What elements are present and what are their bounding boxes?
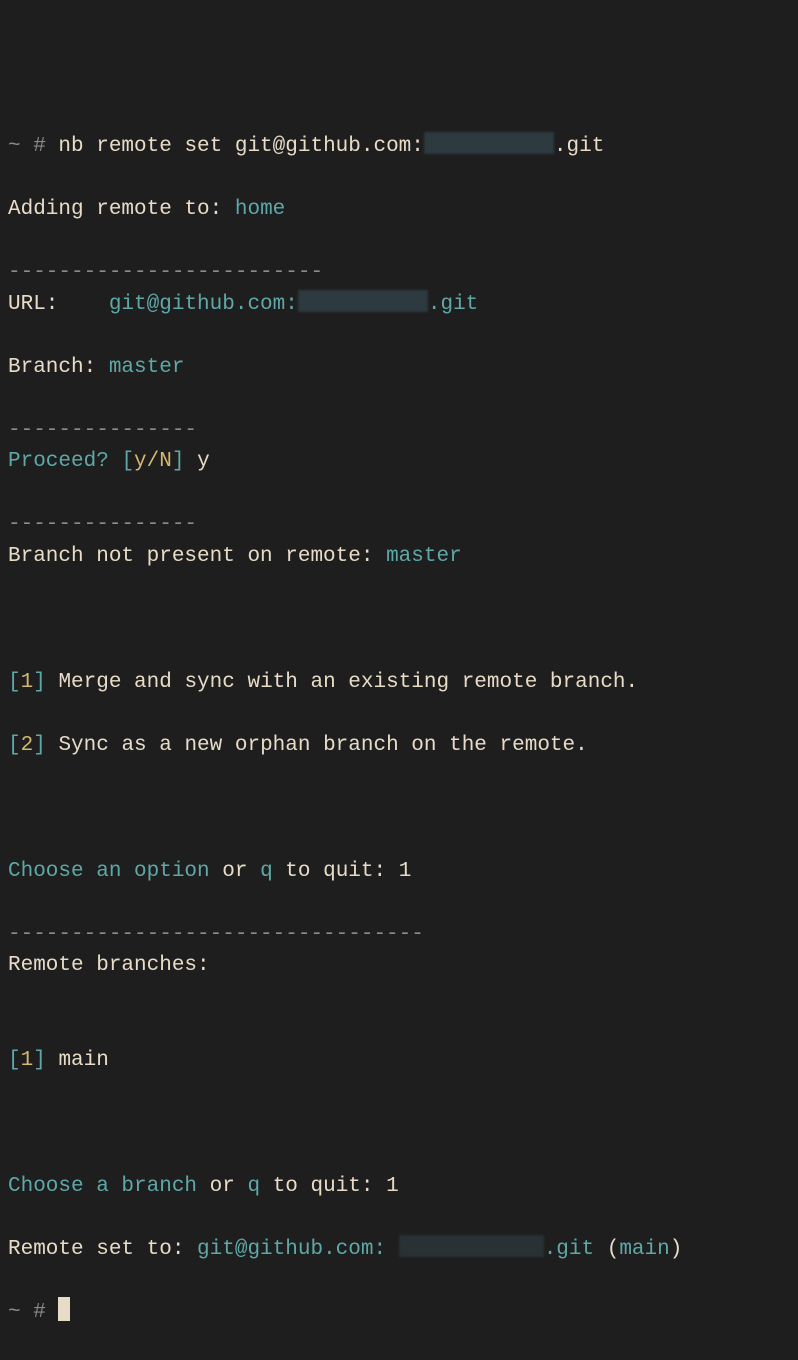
option-2: [2] Sync as a new orphan branch on the r…	[8, 730, 790, 762]
adding-remote-line: Adding remote to: home	[8, 194, 790, 226]
cursor-icon	[58, 1297, 70, 1321]
remote-set-label: Remote set to:	[8, 1238, 184, 1261]
proceed-options: y/N	[134, 450, 172, 473]
bracket-open: [	[121, 450, 134, 473]
url-label: URL:	[8, 293, 96, 316]
choose-branch-prompt[interactable]: Choose a branch or q to quit: 1	[8, 1171, 790, 1203]
remote-set-line: Remote set to: git@github.com: .git (mai…	[8, 1234, 790, 1266]
url-prefix: git@github.com:	[109, 293, 298, 316]
redacted-repo	[298, 290, 428, 312]
remote-set-url-suffix: .git	[544, 1238, 594, 1261]
remote-branch-1: [1] main	[8, 1045, 790, 1077]
choose-branch-answer: 1	[386, 1175, 399, 1198]
adding-label: Adding remote to:	[8, 198, 222, 221]
proceed-label: Proceed?	[8, 450, 109, 473]
proceed-answer: y	[197, 450, 210, 473]
branch-value: master	[109, 356, 185, 379]
url-suffix: .git	[428, 293, 478, 316]
not-present-value: master	[386, 545, 462, 568]
blank-line	[8, 982, 790, 1014]
command-line[interactable]: ~ # nb remote set git@github.com:.git	[8, 131, 790, 163]
command-text: nb remote set git@github.com:	[58, 135, 423, 158]
choose-option-prompt[interactable]: Choose an option or q to quit: 1	[8, 856, 790, 888]
blank-line	[8, 793, 790, 825]
not-present-label: Branch not present on remote:	[8, 545, 373, 568]
divider: -------------------------	[8, 261, 323, 284]
prompt: ~ #	[8, 1301, 46, 1324]
divider: ---------------------------------	[8, 923, 424, 946]
branch-not-present-line: Branch not present on remote: master	[8, 541, 790, 573]
choose-option-answer: 1	[399, 860, 412, 883]
divider: ---------------	[8, 513, 197, 536]
blank-line	[8, 604, 790, 636]
branch-line: Branch: master	[8, 352, 790, 384]
proceed-prompt[interactable]: Proceed? [y/N] y	[8, 446, 790, 478]
remote-set-branch: main	[619, 1238, 669, 1261]
redacted-repo	[424, 132, 554, 154]
redacted-repo	[399, 1235, 544, 1257]
remote-branches-label: Remote branches:	[8, 954, 210, 977]
command-line-2[interactable]: ~ #	[8, 1297, 790, 1329]
option-1: [1] Merge and sync with an existing remo…	[8, 667, 790, 699]
blank-line	[8, 1108, 790, 1140]
branch-label: Branch:	[8, 356, 96, 379]
divider: ---------------	[8, 419, 197, 442]
url-line: URL: git@github.com: .git	[8, 289, 790, 321]
prompt: ~ #	[8, 135, 46, 158]
remote-set-url-prefix: git@github.com:	[197, 1238, 386, 1261]
bracket-close: ]	[172, 450, 185, 473]
adding-value: home	[235, 198, 285, 221]
